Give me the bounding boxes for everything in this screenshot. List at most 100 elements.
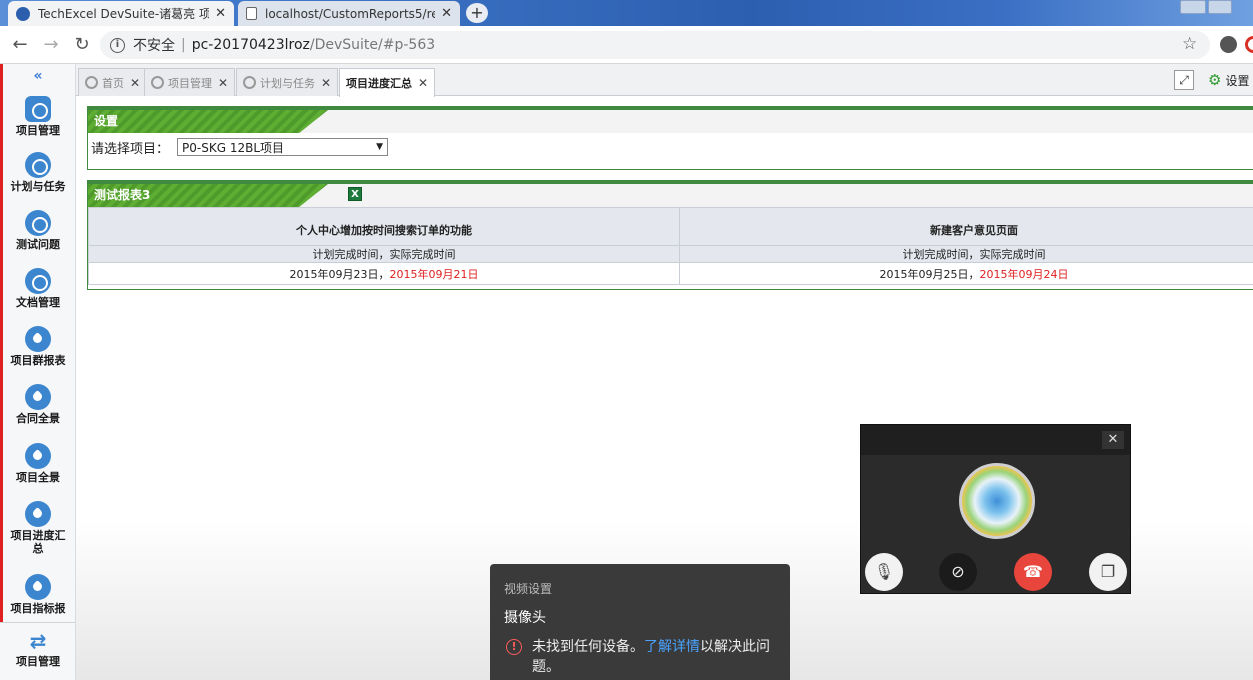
tag-icon <box>25 384 51 410</box>
switch-arrows-icon: ⇄ <box>29 629 47 653</box>
close-tab-icon[interactable]: ✕ <box>418 76 428 90</box>
report-column-subheader: 计划完成时间，实际完成时间 <box>88 245 680 263</box>
sidebar-item-label: 测试问题 <box>16 238 60 251</box>
camera-off-button[interactable]: ⊘ <box>939 553 977 591</box>
briefcase-icon <box>151 76 164 89</box>
info-icon[interactable]: i <box>110 37 125 53</box>
error-icon: ! <box>506 639 522 655</box>
phone-hangup-icon: ☎ <box>1023 562 1043 581</box>
project-select-value: P0-SKG 12BL项目 <box>182 140 285 155</box>
sidebar-item-project-metrics[interactable]: 项目指标报 <box>0 574 75 615</box>
error-message: 未找到任何设备。了解详情以解决此问题。 <box>532 637 776 677</box>
sidebar-item-program-reports[interactable]: 项目群报表 <box>0 326 75 367</box>
report-value-row: 2015年09月23日，2015年09月21日 2015年09月25日，2015… <box>88 262 1253 285</box>
sidebar-item-label: 项目进度汇总 <box>10 529 66 555</box>
sidebar-item-project-overview[interactable]: 项目全景 <box>0 443 75 484</box>
home-icon <box>85 76 98 89</box>
close-icon[interactable]: ✕ <box>1102 431 1124 449</box>
search-icon <box>243 76 256 89</box>
sidebar-item-label: 计划与任务 <box>10 180 66 193</box>
report-date-cell: 2015年09月23日，2015年09月21日 <box>88 262 680 285</box>
settings-panel-title: 设置 <box>88 110 328 133</box>
sidebar-item-label: 项目管理 <box>16 124 60 137</box>
extension-icon[interactable] <box>1245 36 1253 53</box>
sidebar-item-contract-overview[interactable]: 合同全景 <box>0 384 75 425</box>
tag-icon <box>25 326 51 352</box>
video-call-window: ✕ 🎙 ⊘ ☎ ❐ <box>860 424 1131 594</box>
switch-window-button[interactable]: ❐ <box>1089 553 1127 591</box>
back-arrow-icon[interactable]: ← <box>9 34 31 56</box>
close-tab-icon[interactable]: ✕ <box>441 6 452 21</box>
excel-export-icon[interactable]: X <box>348 187 362 201</box>
tab-label: 计划与任务 <box>260 76 315 90</box>
browser-tab-devsuite[interactable]: TechExcel DevSuite-诸葛亮 项目 ✕ <box>8 1 234 26</box>
sidebar-item-label: 文档管理 <box>16 296 60 309</box>
collapse-sidebar-button[interactable]: « <box>0 68 75 84</box>
sidebar-item-test-issues[interactable]: 测试问题 <box>0 210 75 251</box>
close-tab-icon[interactable]: ✕ <box>218 76 228 90</box>
forward-arrow-icon[interactable]: → <box>40 34 62 56</box>
search-icon <box>25 152 51 178</box>
hang-up-button[interactable]: ☎ <box>1014 553 1052 591</box>
tab-label: 首页 <box>102 76 124 90</box>
sidebar-footer-label: 项目管理 <box>16 655 60 668</box>
sidebar-item-project-management[interactable]: 项目管理 <box>0 96 75 137</box>
tag-icon <box>25 443 51 469</box>
settings-panel-header: 设置 <box>88 107 1253 133</box>
maximize-window-button[interactable] <box>1208 0 1232 14</box>
settings-button[interactable]: ⚙ 设置 <box>1208 71 1249 89</box>
video-settings-heading: 视频设置 <box>504 582 553 596</box>
page-icon <box>246 7 257 20</box>
project-select[interactable]: P0-SKG 12BL项目 ▼ <box>177 138 389 156</box>
tab-progress-summary[interactable]: 项目进度汇总 ✕ <box>339 68 436 97</box>
learn-more-link[interactable]: 了解详情 <box>644 639 700 655</box>
call-window-titlebar: ✕ <box>861 425 1130 455</box>
settings-label: 设置 <box>1225 73 1250 88</box>
microphone-button[interactable]: 🎙 <box>865 553 903 591</box>
report-panel-header: 测试报表3 X <box>88 181 1253 207</box>
dropdown-caret-icon: ▼ <box>376 142 384 152</box>
browser-toolbar: ← → ↻ i 不安全 | pc-20170423lroz /DevSuite/… <box>0 26 1253 64</box>
tab-project-management[interactable]: 项目管理 ✕ <box>144 68 236 96</box>
tab-plans-tasks[interactable]: 计划与任务 ✕ <box>236 68 339 96</box>
sidebar-item-plans-tasks[interactable]: 计划与任务 <box>0 152 75 193</box>
reload-icon[interactable]: ↻ <box>71 34 93 56</box>
search-icon <box>25 210 51 236</box>
no-device-error: ! 未找到任何设备。了解详情以解决此问题。 <box>504 637 776 677</box>
report-header-row: 个人中心增加按时间搜索订单的功能 新建客户意见页面 <box>88 207 1253 246</box>
tag-icon <box>25 501 51 527</box>
address-bar[interactable]: i 不安全 | pc-20170423lroz /DevSuite/#p-563 <box>100 31 1210 59</box>
tab-home[interactable]: 首页 ✕ <box>78 68 148 96</box>
browser-tab-title: TechExcel DevSuite-诸葛亮 项目 <box>38 7 210 21</box>
sidebar-module-switcher[interactable]: ⇄ 项目管理 <box>0 622 75 680</box>
sidebar-item-progress-summary[interactable]: 项目进度汇总 <box>0 501 75 555</box>
devsuite-favicon-icon <box>16 6 30 21</box>
project-select-row: 请选择项目： P0-SKG 12BL项目 ▼ <box>88 133 1253 161</box>
new-tab-button[interactable]: + <box>466 3 488 23</box>
bookmark-star-icon[interactable]: ☆ <box>1182 34 1197 54</box>
app-tab-bar: 首页 ✕ 项目管理 ✕ 计划与任务 ✕ 项目进度汇总 ✕ ⤢ ⚙ 设置 <box>76 64 1253 97</box>
error-text: 未找到任何设备。 <box>532 639 644 655</box>
url-host: pc-20170423lroz <box>191 37 310 53</box>
close-tab-icon[interactable]: ✕ <box>215 6 226 21</box>
report-panel: 测试报表3 X 个人中心增加按时间搜索订单的功能 新建客户意见页面 计划完成时间… <box>87 180 1253 290</box>
microphone-icon: 🎙 <box>873 562 895 581</box>
sidebar-item-documents[interactable]: 文档管理 <box>0 268 75 309</box>
video-settings-popup: 视频设置 摄像头 ! 未找到任何设备。了解详情以解决此问题。 <box>490 564 790 680</box>
actual-date: 2015年09月21日 <box>389 267 479 281</box>
account-icon[interactable] <box>1220 36 1237 53</box>
camera-label: 摄像头 <box>504 610 546 626</box>
report-column-header: 新建客户意见页面 <box>679 207 1253 246</box>
tab-label: 项目进度汇总 <box>346 77 412 90</box>
report-table: 个人中心增加按时间搜索订单的功能 新建客户意见页面 计划完成时间，实际完成时间 … <box>88 207 1253 285</box>
briefcase-icon <box>25 96 51 122</box>
settings-panel: 设置 请选择项目： P0-SKG 12BL项目 ▼ <box>87 106 1253 170</box>
tag-icon <box>25 574 51 600</box>
fullscreen-icon[interactable]: ⤢ <box>1174 70 1194 90</box>
sidebar-item-label: 项目群报表 <box>10 354 66 367</box>
close-tab-icon[interactable]: ✕ <box>130 76 140 90</box>
report-column-subheader: 计划完成时间，实际完成时间 <box>679 245 1253 263</box>
minimize-window-button[interactable] <box>1180 0 1206 14</box>
close-tab-icon[interactable]: ✕ <box>321 76 331 90</box>
browser-tab-customreports[interactable]: localhost/CustomReports5/rep ✕ <box>238 1 460 26</box>
